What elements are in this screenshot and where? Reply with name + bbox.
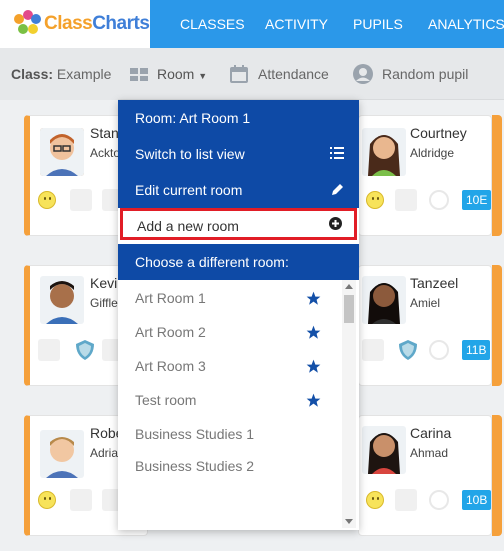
- pencil-icon: [332, 184, 343, 195]
- room-dropdown: Room: Art Room 1 Switch to list view Edi…: [118, 100, 359, 530]
- empty-slot: [395, 489, 417, 511]
- edit-room-label: Edit current room: [135, 182, 243, 198]
- smiley-icon: [38, 491, 56, 509]
- class-selector[interactable]: Class: Example: [0, 48, 118, 100]
- user-icon: [353, 64, 373, 84]
- avatar: [40, 128, 84, 176]
- room-option[interactable]: Test room: [135, 392, 196, 408]
- list-icon: [330, 147, 344, 159]
- room-option[interactable]: Art Room 1: [135, 290, 206, 306]
- class-badge: 11B: [462, 340, 491, 360]
- smiley-icon: [366, 491, 384, 509]
- timer-icon: [429, 340, 449, 360]
- logo[interactable]: ClassCharts: [0, 0, 150, 48]
- shield-icon: [399, 340, 417, 360]
- timer-icon: [429, 490, 449, 510]
- nav-activity[interactable]: ACTIVITY: [265, 0, 328, 48]
- switch-view-item[interactable]: Switch to list view: [118, 136, 359, 172]
- star-icon[interactable]: [306, 291, 321, 306]
- room-option[interactable]: Business Studies 1: [135, 426, 254, 442]
- logo-text: ClassCharts: [44, 13, 150, 34]
- room-option[interactable]: Art Room 2: [135, 324, 206, 340]
- card-stripe: [492, 115, 502, 236]
- current-room-label: Room: Art Room 1: [118, 100, 359, 136]
- random-pupil-button[interactable]: Random pupil: [382, 48, 468, 100]
- empty-slot: [362, 339, 384, 361]
- smiley-icon: [366, 191, 384, 209]
- avatar: [362, 276, 406, 324]
- pupil-first-name: Carina: [410, 425, 452, 441]
- choose-room-heading: Choose a different room:: [118, 244, 359, 280]
- room-option[interactable]: Business Studies 2: [135, 458, 254, 474]
- empty-slot: [38, 339, 60, 361]
- avatar: [362, 426, 406, 474]
- empty-slot: [70, 489, 92, 511]
- room-menu-button[interactable]: Room ▼: [157, 48, 207, 100]
- pupil-last-name: Ackto: [90, 146, 121, 160]
- logo-mark-icon: [14, 10, 42, 38]
- caret-down-icon: ▼: [198, 71, 208, 81]
- switch-view-label: Switch to list view: [135, 146, 245, 162]
- class-badge: 10B: [462, 490, 492, 510]
- add-room-item[interactable]: Add a new room: [120, 208, 357, 240]
- empty-slot: [70, 189, 92, 211]
- scroll-thumb[interactable]: [344, 295, 354, 323]
- class-toolbar: Class: Example Room ▼ Attendance Random …: [0, 48, 504, 100]
- nav-analytics[interactable]: ANALYTICS: [428, 0, 504, 48]
- empty-slot: [395, 189, 417, 211]
- nav-classes[interactable]: CLASSES: [180, 0, 245, 48]
- pupil-first-name: Tanzeel: [410, 275, 459, 291]
- shield-icon: [76, 340, 94, 360]
- avatar: [40, 430, 84, 478]
- pupil-first-name: Courtney: [410, 125, 467, 141]
- edit-room-item[interactable]: Edit current room: [118, 172, 359, 208]
- pupil-last-name: Amiel: [410, 296, 441, 310]
- add-room-label: Add a new room: [137, 218, 239, 234]
- pupil-first-name: Stan: [90, 125, 119, 141]
- scroll-up-icon[interactable]: [345, 284, 353, 289]
- pupil-last-name: Ahmad: [410, 446, 449, 460]
- pupil-last-name: Giffle: [90, 296, 118, 310]
- plus-circle-icon: [329, 217, 342, 230]
- pupil-card[interactable]: Carina Ahmad 10B: [358, 415, 492, 536]
- timer-icon: [429, 190, 449, 210]
- card-stripe: [492, 265, 502, 386]
- avatar: [40, 276, 84, 324]
- avatar: [362, 128, 406, 176]
- attendance-button[interactable]: Attendance: [258, 48, 329, 100]
- pupil-card[interactable]: Courtney Aldridge 10E: [358, 115, 492, 236]
- calendar-icon: [230, 65, 248, 83]
- top-nav: ClassCharts CLASSES ACTIVITY PUPILS ANAL…: [0, 0, 504, 48]
- smiley-icon: [38, 191, 56, 209]
- scroll-down-icon[interactable]: [345, 519, 353, 524]
- class-badge: 10E: [462, 190, 492, 210]
- dropdown-scrollbar[interactable]: [342, 280, 356, 528]
- card-stripe: [492, 415, 502, 536]
- nav-pupils[interactable]: PUPILS: [353, 0, 403, 48]
- room-icon: [130, 68, 148, 81]
- star-icon[interactable]: [306, 359, 321, 374]
- pupil-last-name: Aldridge: [410, 146, 455, 160]
- star-icon[interactable]: [306, 325, 321, 340]
- pupil-card[interactable]: Tanzeel Amiel 11B: [358, 265, 492, 386]
- room-option[interactable]: Art Room 3: [135, 358, 206, 374]
- star-icon[interactable]: [306, 393, 321, 408]
